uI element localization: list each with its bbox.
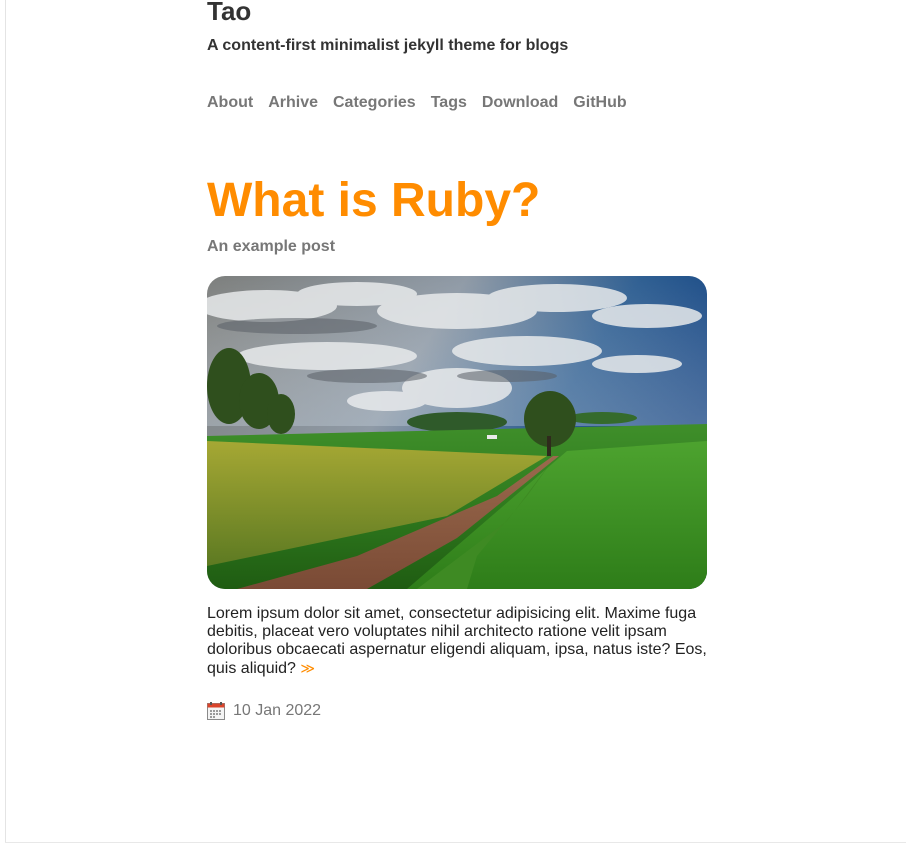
nav-link-about[interactable]: About <box>207 94 253 112</box>
post-date: 10 Jan 2022 <box>233 702 322 719</box>
post-excerpt: Lorem ipsum dolor sit amet, consectetur … <box>207 605 707 678</box>
page-left-border <box>5 0 6 842</box>
post-meta: 10 Jan 2022 <box>207 702 321 720</box>
site-title[interactable]: Tao <box>207 0 251 28</box>
post-featured-image[interactable] <box>207 276 707 589</box>
post-title[interactable]: What is Ruby? <box>207 173 540 229</box>
calendar-icon <box>207 702 225 720</box>
post-subtitle: An example post <box>207 238 336 255</box>
nav-link-archive[interactable]: Arhive <box>268 94 318 112</box>
nav-link-download[interactable]: Download <box>482 94 558 112</box>
main-nav: About Arhive Categories Tags Download Gi… <box>207 94 642 112</box>
post-excerpt-text: Lorem ipsum dolor sit amet, consectetur … <box>207 605 707 677</box>
nav-link-github[interactable]: GitHub <box>573 94 626 112</box>
page-bottom-border <box>5 842 906 843</box>
read-more-link[interactable]: ≫ <box>300 660 315 676</box>
site-description: A content-first minimalist jekyll theme … <box>207 37 569 54</box>
nav-link-categories[interactable]: Categories <box>333 94 416 112</box>
nav-link-tags[interactable]: Tags <box>431 94 467 112</box>
